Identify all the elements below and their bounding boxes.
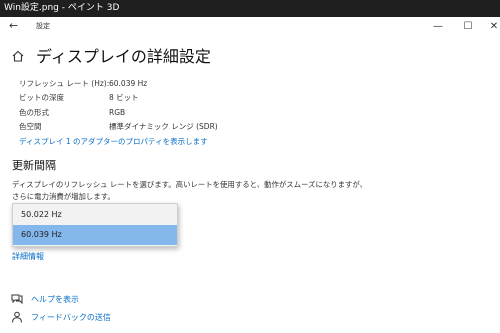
close-button[interactable]: ✕ — [482, 17, 500, 36]
refresh-rate-description: ディスプレイのリフレッシュ レートを選びます。高いレートを使用すると、動作がスム… — [12, 180, 368, 201]
back-arrow-icon[interactable]: ← — [9, 19, 18, 33]
info-value-color-format: RGB — [109, 108, 126, 117]
refresh-rate-heading: 更新間隔 — [12, 159, 56, 172]
adapter-properties-link[interactable]: ディスプレイ 1 のアダプターのプロパティを表示します — [19, 136, 208, 147]
feedback-person-icon — [12, 311, 22, 323]
refresh-rate-option[interactable]: 50.022 Hz — [13, 205, 177, 225]
app-title: 設定 — [36, 22, 50, 30]
help-link-label: ヘルプを表示 — [31, 295, 79, 304]
info-value-refresh-rate: 60.039 Hz — [109, 79, 148, 88]
home-icon[interactable] — [12, 50, 24, 62]
info-value-color-space: 標準ダイナミック レンジ (SDR) — [109, 122, 218, 131]
help-chat-icon — [11, 294, 23, 305]
info-label-refresh-rate: リフレッシュ レート (Hz): — [19, 79, 110, 88]
app-bar: ← 設定 — ☐ ✕ — [0, 17, 500, 36]
window-title: Win設定.png - ペイント 3D — [4, 3, 120, 13]
window-titlebar: Win設定.png - ペイント 3D — [0, 0, 500, 17]
minimize-button[interactable]: — — [426, 17, 450, 36]
details-link[interactable]: 詳細情報 — [12, 251, 44, 262]
refresh-rate-dropdown[interactable]: 50.022 Hz 60.039 Hz — [12, 203, 178, 247]
maximize-button[interactable]: ☐ — [456, 17, 480, 36]
feedback-link-label: フィードバックの送信 — [31, 313, 111, 322]
refresh-rate-option-selected[interactable]: 60.039 Hz — [13, 225, 177, 245]
info-label-color-format: 色の形式 — [19, 108, 49, 117]
info-label-color-space: 色空間 — [19, 122, 42, 131]
info-label-bit-depth: ビットの深度 — [19, 93, 64, 102]
info-value-bit-depth: 8 ビット — [109, 93, 139, 102]
cut-off-row: ──────────── — [19, 66, 169, 71]
page-title: ディスプレイの詳細設定 — [36, 47, 211, 66]
